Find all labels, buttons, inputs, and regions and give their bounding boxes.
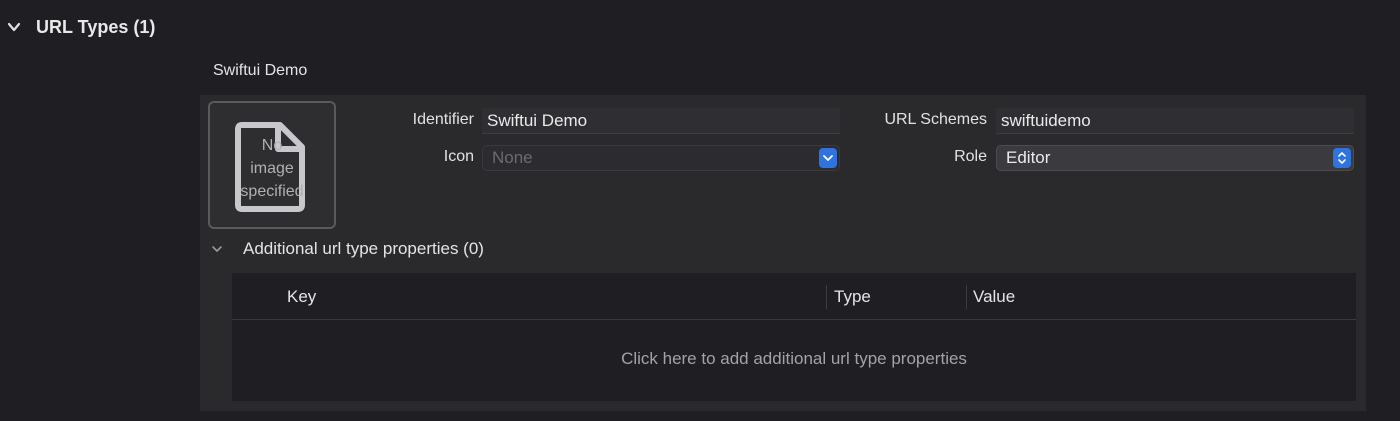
url-type-name: Swiftui Demo [213,62,308,79]
image-placeholder-text: No image specified [240,137,304,200]
identifier-label: Identifier [412,111,474,128]
info-plist-editor: URL Types (1) Swiftui Demo No image spec… [0,0,1400,421]
popup-stepper [1333,148,1351,168]
url-schemes-field[interactable]: swiftuidemo [996,108,1354,134]
url-schemes-label: URL Schemes [884,111,987,128]
column-header-type[interactable]: Type [834,287,871,307]
role-label: Role [954,148,987,165]
role-popup[interactable]: Editor [996,145,1354,171]
chevron-down-icon [212,246,222,252]
popup-indicator [819,148,837,168]
additional-properties-title: Additional url type properties (0) [243,239,484,258]
role-popup-value: Editor [1006,148,1051,167]
up-down-chevron-icon [1338,152,1346,164]
icon-popup[interactable]: None [482,145,840,171]
icon-label: Icon [443,148,474,165]
url-types-disclosure[interactable]: URL Types (1) [6,12,155,42]
chevron-down-icon [7,22,21,32]
add-properties-prompt[interactable]: Click here to add additional url type pr… [232,349,1356,369]
column-header-value[interactable]: Value [973,287,1015,307]
additional-properties-table: Key Type Value Click here to add additio… [232,273,1356,401]
icon-popup-value: None [492,148,533,167]
identifier-field[interactable]: Swiftui Demo [482,108,840,134]
column-divider[interactable] [966,285,967,309]
image-well[interactable]: No image specified [208,101,336,229]
column-header-key[interactable]: Key [287,287,316,307]
additional-properties-disclosure[interactable]: Additional url type properties (0) [210,236,484,262]
table-header: Key Type Value [232,273,1356,320]
chevron-down-icon [823,155,833,161]
section-title: URL Types (1) [36,16,156,37]
column-divider[interactable] [826,285,827,309]
